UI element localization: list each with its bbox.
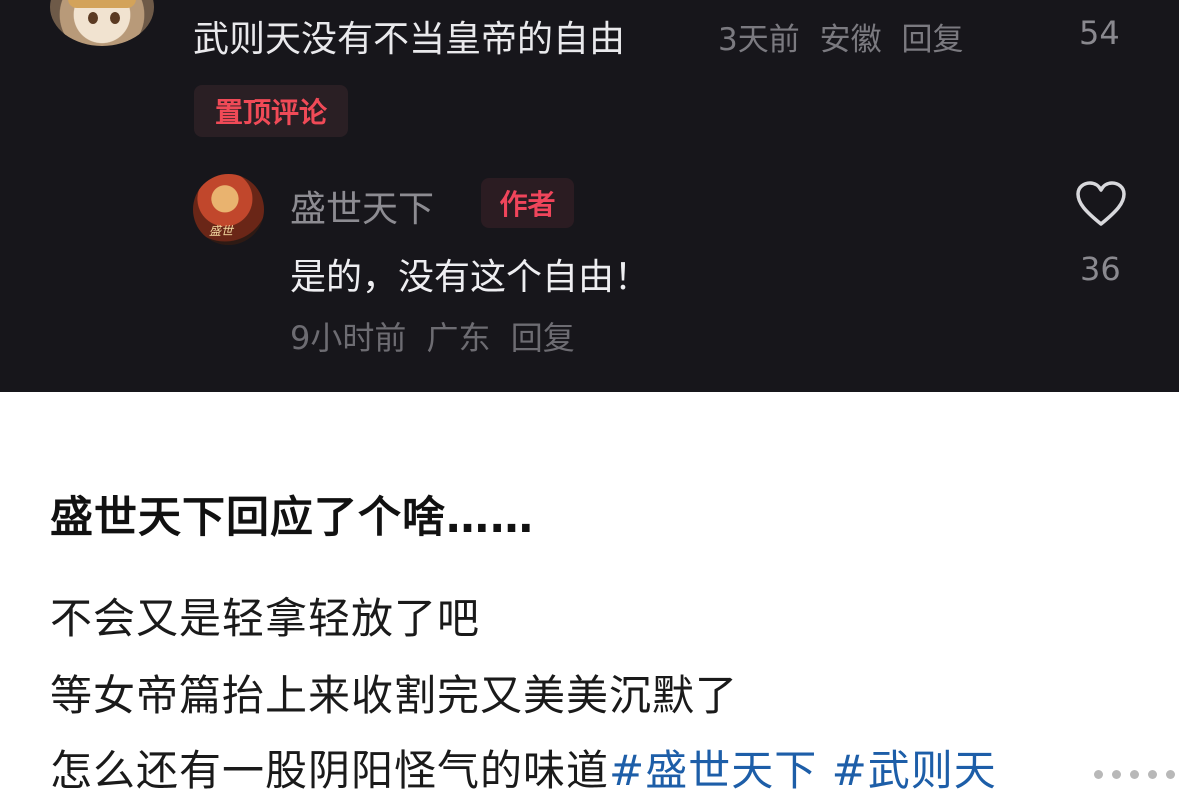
comment-meta: 3天前 安徽 回复 [718,14,973,59]
reply-location: 广东 [426,319,491,357]
post-line-3: 怎么还有一股阴阳怪气的味道#盛世天下 #武则天 [50,737,997,798]
post-line-3-text: 怎么还有一股阴阳怪气的味道 [50,746,610,795]
author-badge: 作者 [481,178,574,228]
reply-reply-button[interactable]: 回复 [511,319,575,357]
pinned-comment-badge: 置顶评论 [194,85,348,137]
heart-icon[interactable] [1075,180,1127,228]
comment-reply-button[interactable]: 回复 [901,22,963,58]
hashtag-link-1[interactable]: #盛世天下 [609,746,817,795]
reply-time: 9小时前 [290,319,407,357]
comment-section: 武则天没有不当皇帝的自由 3天前 安徽 回复 54 置顶评论 盛世 盛世天下 作… [0,0,1179,392]
comment-like-count: 54 [1079,14,1120,52]
reply-like-count: 36 [1080,250,1121,288]
author-avatar[interactable]: 盛世 [193,174,264,245]
comment-time: 3天前 [718,22,800,58]
comment-text: 武则天没有不当皇帝的自由 [193,19,626,60]
comment-location: 安徽 [819,22,882,58]
commenter-avatar[interactable] [50,0,154,46]
hashtag-link-2[interactable]: #武则天 [832,746,997,795]
post-line-1: 不会又是轻拿轻放了吧 [50,594,481,643]
reply-text: 是的，没有这个自由！ [290,257,651,298]
more-dots-icon[interactable] [1060,762,1179,786]
reply-username[interactable]: 盛世天下 [290,180,434,232]
post-title: 盛世天下回应了个啥…… [50,493,534,543]
reply-meta: 9小时前 广东 回复 [290,313,585,359]
post-line-2: 等女帝篇抬上来收割完又美美沉默了 [50,671,739,720]
